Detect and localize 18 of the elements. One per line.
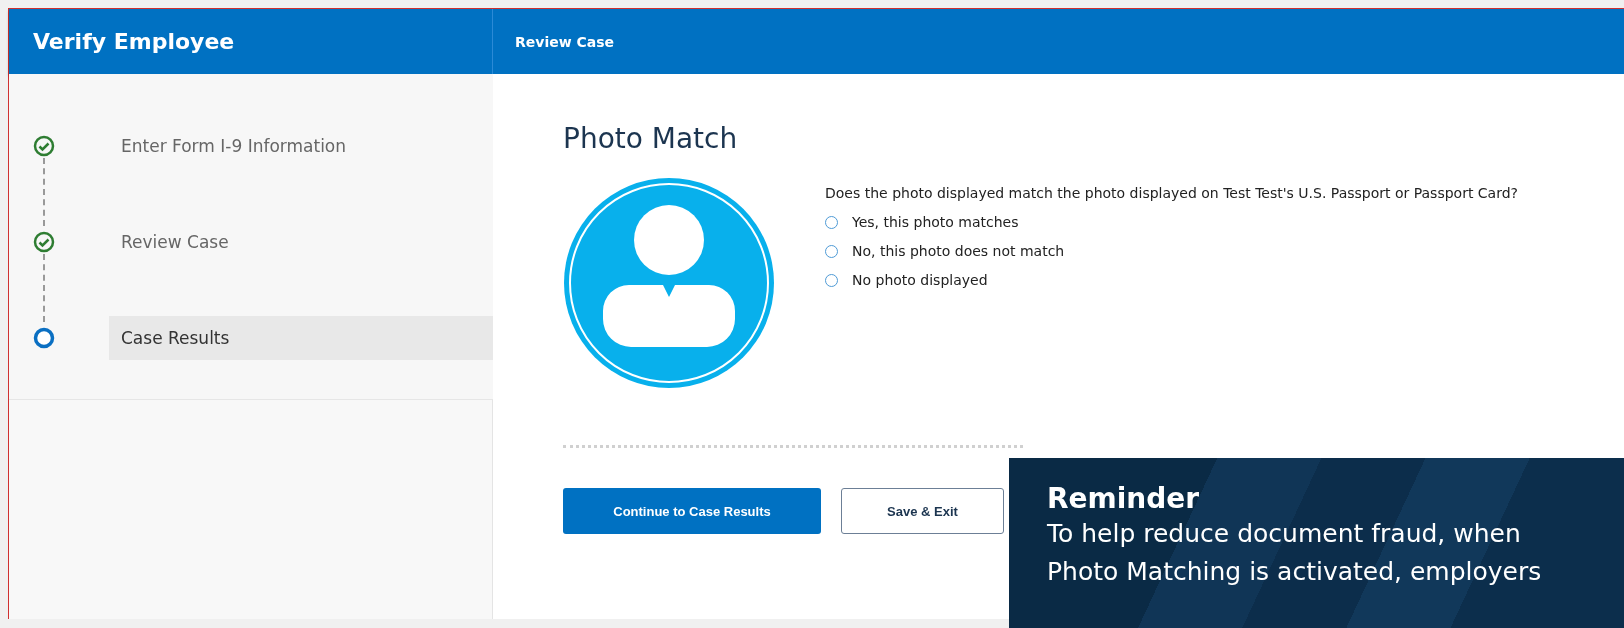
question-text: Does the photo displayed match the photo displayed on Test Test's U.S. Passport or Passport Card? (825, 185, 1519, 201)
step-item[interactable]: Enter Form I-9 Information (109, 124, 493, 168)
reminder-title: Reminder (1047, 482, 1201, 515)
reminder-text: To help reduce document fraud, when (1047, 518, 1522, 550)
check-circle-icon (33, 231, 55, 253)
step-item[interactable]: Case Results (109, 316, 493, 360)
radio-option[interactable]: No photo displayed (825, 272, 1519, 288)
continue-button[interactable]: Continue to Case Results (563, 488, 821, 534)
section-title: Review Case (514, 32, 615, 52)
save-exit-button[interactable]: Save & Exit (841, 488, 1004, 534)
radio-option[interactable]: No, this photo does not match (825, 243, 1519, 259)
reminder-text: Photo Matching is activated, employers (1047, 556, 1543, 588)
avatar-icon (563, 177, 775, 389)
page-title: Photo Match (563, 122, 739, 155)
step-item[interactable]: Review Case (109, 220, 493, 264)
radio-option[interactable]: Yes, this photo matches (825, 214, 1519, 230)
check-circle-icon (33, 135, 55, 157)
step-circle-icon (33, 327, 55, 349)
